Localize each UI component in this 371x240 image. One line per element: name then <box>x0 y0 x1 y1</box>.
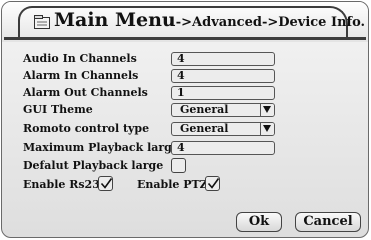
gui-theme-dropdown[interactable]: General <box>171 103 275 117</box>
alarm-out-channels-field[interactable]: 1 <box>171 86 275 100</box>
title-divider <box>4 37 366 40</box>
ok-button[interactable]: Ok <box>236 212 282 232</box>
breadcrumb-separator: -> <box>261 15 279 30</box>
audio-in-channels-label: Audio In Channels <box>23 52 137 65</box>
breadcrumb-advanced: Advanced <box>192 15 262 30</box>
audio-in-channels-field[interactable]: 4 <box>171 52 275 66</box>
checkmark-icon <box>100 178 113 189</box>
remote-control-type-label: Romoto control type <box>23 122 150 135</box>
cancel-button[interactable]: Cancel <box>295 212 361 232</box>
gui-theme-value: General <box>180 103 229 116</box>
remote-control-type-dropdown[interactable]: General <box>171 122 275 136</box>
checkmark-icon <box>207 178 220 189</box>
enable-rs231-label: Enable Rs231 <box>23 178 108 191</box>
document-icon <box>34 14 50 29</box>
chevron-down-icon[interactable] <box>260 123 274 135</box>
alarm-in-channels-label: Alarm In Channels <box>23 69 139 82</box>
breadcrumb-device-info: Device Info. <box>278 15 366 30</box>
gui-theme-label: GUI Theme <box>23 103 93 116</box>
max-playback-field[interactable]: 4 <box>171 141 275 155</box>
page-title: Main Menu->Advanced->Device Info. <box>54 9 365 31</box>
enable-rs231-checkbox[interactable] <box>98 176 113 191</box>
enable-ptz-checkbox[interactable] <box>205 176 220 191</box>
max-playback-label: Maximum Playback large <box>23 141 179 154</box>
default-playback-checkbox[interactable] <box>171 158 186 173</box>
alarm-in-channels-field[interactable]: 4 <box>171 69 275 83</box>
alarm-out-channels-label: Alarm Out Channels <box>23 86 148 99</box>
enable-ptz-label: Enable PTZ <box>137 178 208 191</box>
title-bar: Main Menu->Advanced->Device Info. <box>2 2 368 42</box>
remote-control-type-value: General <box>180 122 229 135</box>
breadcrumb-separator: -> <box>175 15 193 30</box>
default-playback-label: Defalut Playback large <box>23 159 164 172</box>
breadcrumb-main: Main Menu <box>54 9 176 31</box>
device-info-dialog: Main Menu->Advanced->Device Info. Audio … <box>1 1 369 238</box>
chevron-down-icon[interactable] <box>260 104 274 116</box>
